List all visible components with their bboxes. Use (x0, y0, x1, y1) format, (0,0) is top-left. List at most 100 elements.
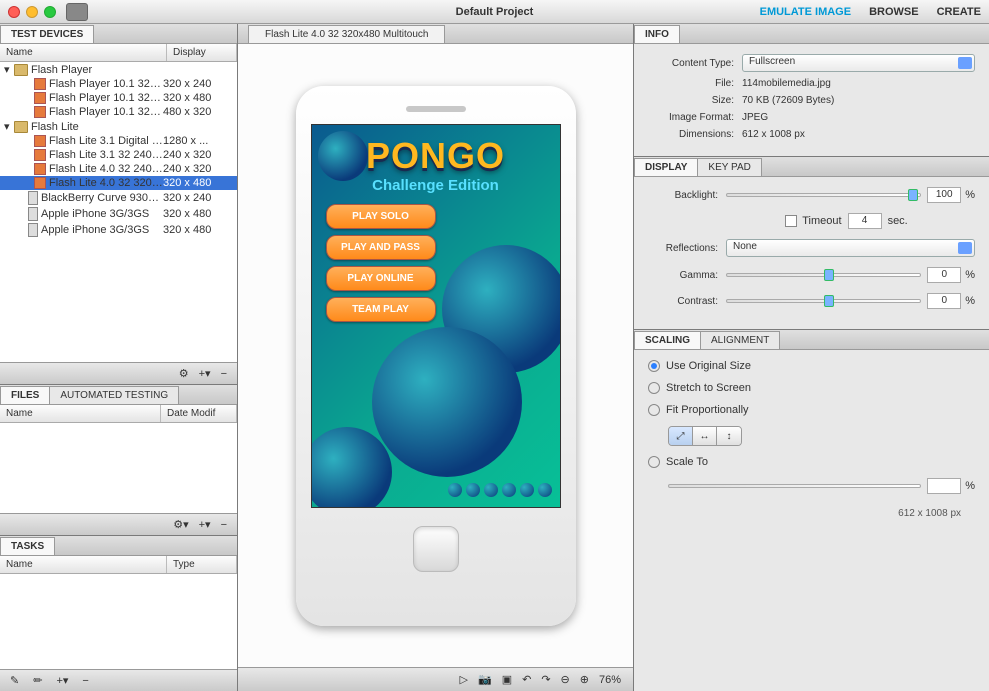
tree-row[interactable]: BlackBerry Curve 9300 3G320 x 240 (0, 190, 237, 206)
tasks-remove-icon[interactable]: − (82, 675, 88, 687)
tasks-col-type[interactable]: Type (167, 556, 237, 573)
device-screen[interactable]: PONGO Challenge Edition PLAY SOLOPLAY AN… (311, 124, 561, 508)
contrast-slider[interactable] (726, 299, 921, 303)
content-type-label: Content Type: (648, 58, 734, 69)
content-type-select[interactable]: Fullscreen (742, 54, 975, 72)
devices-footer: ⚙ +▾− (0, 362, 237, 384)
tree-row[interactable]: Flash Lite 3.1 Digital Hom...1280 x ... (0, 134, 237, 148)
remove-icon[interactable]: − (221, 368, 227, 380)
contrast-label: Contrast: (648, 296, 718, 307)
tree-row[interactable]: Flash Player 10.1 32 320...320 x 480 (0, 91, 237, 105)
timeout-checkbox[interactable] (785, 215, 797, 227)
browse-button[interactable]: BROWSE (869, 6, 919, 18)
device-tree[interactable]: ▾Flash PlayerFlash Player 10.1 32 320...… (0, 62, 237, 362)
timeout-value[interactable]: 4 (848, 213, 882, 229)
tasks-add-icon[interactable]: +▾ (56, 674, 68, 687)
device-mockup: PONGO Challenge Edition PLAY SOLOPLAY AN… (296, 86, 576, 626)
dim-value: 612 x 1008 px (742, 129, 805, 140)
tree-row[interactable]: Apple iPhone 3G/3GS320 x 480 (0, 222, 237, 238)
zoom-in-icon[interactable]: ⊕ (580, 673, 589, 686)
gamma-slider[interactable] (726, 273, 921, 277)
tasks-list[interactable] (0, 574, 237, 669)
play-icon[interactable]: ▷ (460, 673, 468, 686)
col-name[interactable]: Name (0, 44, 167, 61)
tree-row[interactable]: Apple iPhone 3G/3GS320 x 480 (0, 206, 237, 222)
tasks-col-name[interactable]: Name (0, 556, 167, 573)
tab-alignment[interactable]: ALIGNMENT (700, 331, 780, 349)
tree-row[interactable]: Flash Player 10.1 32 320...320 x 240 (0, 77, 237, 91)
camera-icon[interactable]: 📷 (478, 673, 492, 686)
fit-both-icon: ⤢ (669, 427, 693, 445)
timeout-label: Timeout (802, 215, 841, 227)
game-subtitle: Challenge Edition (322, 177, 550, 194)
speaker-icon (406, 106, 466, 112)
files-remove-icon[interactable]: − (221, 519, 227, 531)
tree-row[interactable]: ▾Flash Player (0, 62, 237, 77)
tree-row[interactable]: ▾Flash Lite (0, 119, 237, 134)
emulator-tab[interactable]: Flash Lite 4.0 32 320x480 Multitouch (248, 25, 445, 43)
profile-icon (34, 92, 46, 104)
zoom-out-icon[interactable]: ⊖ (561, 673, 570, 686)
profile-icon (34, 135, 46, 147)
game-menu-button[interactable]: PLAY AND PASS (326, 235, 436, 260)
dots-icon (448, 483, 552, 497)
wand-icon[interactable]: ✎ (10, 674, 19, 687)
close-icon[interactable] (8, 6, 20, 18)
backlight-label: Backlight: (648, 190, 718, 201)
emulate-image-button[interactable]: EMULATE IMAGE (760, 6, 851, 18)
zoom-icon[interactable] (44, 6, 56, 18)
backlight-value[interactable]: 100 (927, 187, 961, 203)
fit-mode-segment[interactable]: ⤢↔↕ (668, 426, 742, 446)
radio-stretch[interactable] (648, 382, 660, 394)
zoom-value[interactable]: 76% (599, 674, 621, 686)
settings-icon[interactable]: ⚙ (179, 367, 189, 380)
device-icon (28, 207, 38, 221)
reflections-label: Reflections: (648, 243, 718, 254)
tab-display[interactable]: DISPLAY (634, 158, 698, 176)
size-value: 70 KB (72609 Bytes) (742, 95, 834, 106)
col-display[interactable]: Display (167, 44, 237, 61)
gamma-value[interactable]: 0 (927, 267, 961, 283)
redo-icon[interactable]: ↷ (541, 673, 550, 686)
home-button[interactable] (413, 526, 459, 572)
tree-row[interactable]: Flash Player 10.1 32 480...480 x 320 (0, 105, 237, 119)
stage: PONGO Challenge Edition PLAY SOLOPLAY AN… (238, 44, 633, 667)
files-col-name[interactable]: Name (0, 405, 161, 422)
add-icon[interactable]: +▾ (199, 367, 211, 380)
file-value: 114mobilemedia.jpg (742, 78, 831, 89)
create-button[interactable]: CREATE (937, 6, 981, 18)
reflections-select[interactable]: None (726, 239, 975, 257)
tree-row[interactable]: Flash Lite 4.0 32 240x320240 x 320 (0, 162, 237, 176)
radio-fit[interactable] (648, 404, 660, 416)
edit-icon[interactable]: ✏ (33, 674, 42, 687)
dim-label: Dimensions: (648, 129, 734, 140)
game-menu-button[interactable]: TEAM PLAY (326, 297, 436, 322)
tab-tasks[interactable]: TASKS (0, 537, 55, 555)
tab-automated-testing[interactable]: AUTOMATED TESTING (49, 386, 179, 404)
game-menu-button[interactable]: PLAY ONLINE (326, 266, 436, 291)
tree-row[interactable]: Flash Lite 3.1 32 240x320240 x 320 (0, 148, 237, 162)
files-settings-icon[interactable]: ⚙▾ (173, 518, 188, 531)
undo-icon[interactable]: ↶ (522, 673, 531, 686)
files-col-date[interactable]: Date Modif (161, 405, 237, 422)
tab-info[interactable]: INFO (634, 25, 680, 43)
fit-vertical-icon: ↕ (717, 427, 741, 445)
tab-files[interactable]: FILES (0, 386, 50, 404)
files-list[interactable] (0, 423, 237, 513)
tab-scaling[interactable]: SCALING (634, 331, 701, 349)
tree-row[interactable]: Flash Lite 4.0 32 320x48...320 x 480 (0, 176, 237, 190)
profile-icon (34, 78, 46, 90)
record-icon[interactable]: ▣ (502, 673, 512, 686)
tab-keypad[interactable]: KEY PAD (697, 158, 761, 176)
radio-scale-to[interactable] (648, 456, 660, 468)
scale-to-value[interactable] (927, 478, 961, 494)
backlight-slider[interactable] (726, 193, 921, 197)
minimize-icon[interactable] (26, 6, 38, 18)
device-icon (28, 191, 38, 205)
tab-test-devices[interactable]: TEST DEVICES (0, 25, 94, 43)
contrast-value[interactable]: 0 (927, 293, 961, 309)
game-menu-button[interactable]: PLAY SOLO (326, 204, 436, 229)
radio-original-size[interactable] (648, 360, 660, 372)
files-add-icon[interactable]: +▾ (199, 518, 211, 531)
scale-to-slider[interactable] (668, 484, 921, 488)
